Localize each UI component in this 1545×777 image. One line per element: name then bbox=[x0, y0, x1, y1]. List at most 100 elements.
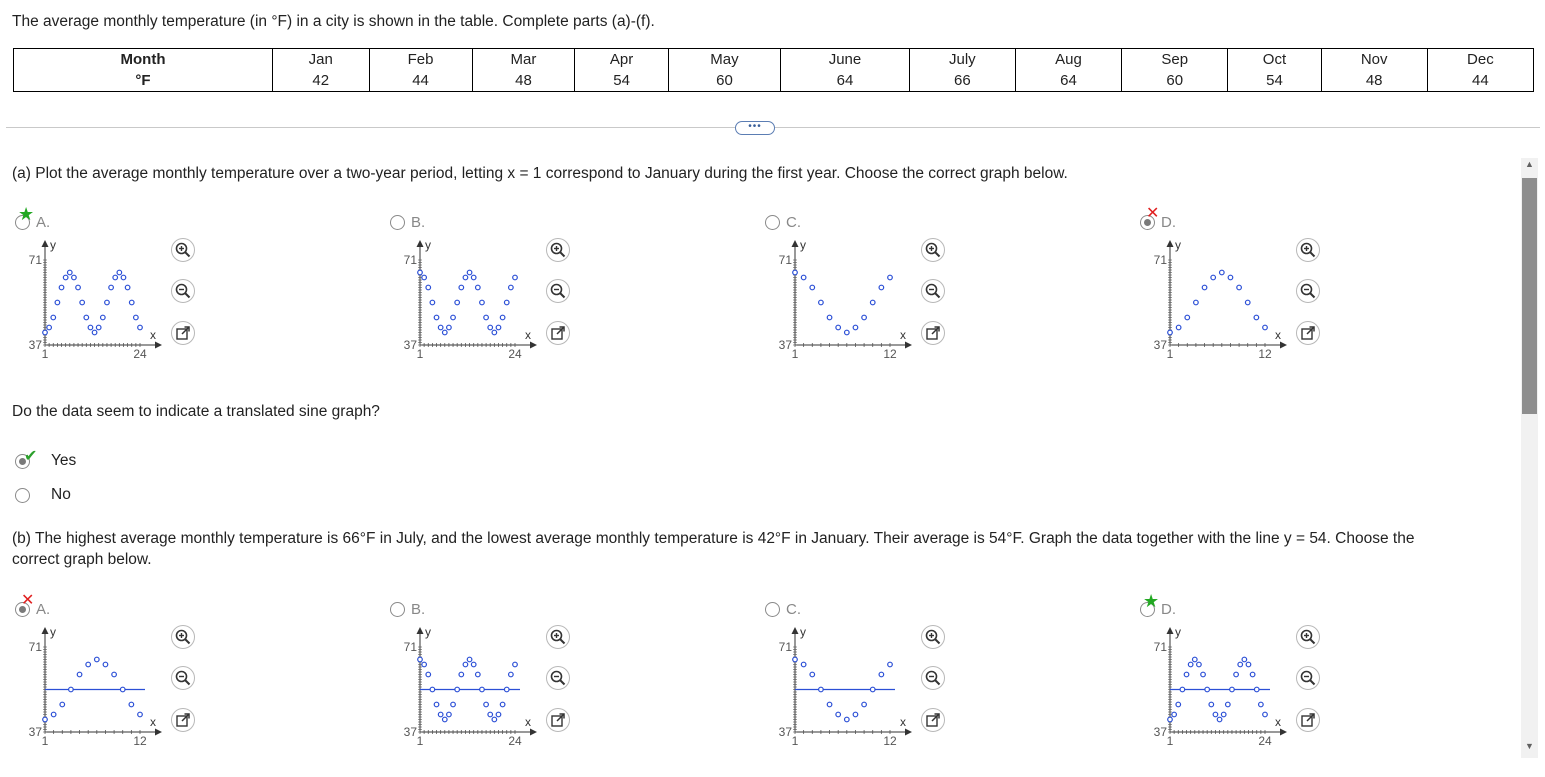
x-tick-label: 1 bbox=[417, 347, 424, 361]
y-axis-arrow-icon bbox=[791, 240, 799, 247]
option-part-b-b[interactable]: B. y x 71 37 1 24 bbox=[390, 601, 730, 777]
problem-prompt: The average monthly temperature (in °F) … bbox=[12, 13, 655, 30]
option-part-a-a[interactable]: ★ A. y x 71 37 1 24 bbox=[15, 205, 355, 390]
data-point bbox=[861, 314, 867, 321]
x-axis-label: x bbox=[150, 715, 156, 729]
open-graph-button[interactable] bbox=[546, 321, 570, 345]
data-point bbox=[512, 274, 518, 281]
incorrect-x-icon: ✕ bbox=[21, 592, 35, 609]
zoom-in-button[interactable] bbox=[546, 238, 570, 262]
data-point bbox=[1200, 671, 1206, 678]
temperature-table: Month Jan Feb Mar Apr May June July Aug Sep Oct Nov… bbox=[13, 48, 1534, 92]
option-part-a-d[interactable]: ✕ D. y x 71 37 1 12 bbox=[1140, 206, 1480, 390]
option-part-b-c[interactable]: C. y x 71 37 1 12 bbox=[765, 601, 1105, 777]
zoom-out-button[interactable] bbox=[546, 666, 570, 690]
data-point bbox=[512, 661, 518, 668]
option-letter: D. bbox=[1161, 214, 1176, 231]
data-point bbox=[79, 299, 86, 306]
y-tick-label: 37 bbox=[29, 725, 43, 739]
option-radio[interactable] bbox=[390, 602, 405, 617]
open-graph-button[interactable] bbox=[1296, 321, 1320, 345]
y-tick-label: 37 bbox=[1154, 725, 1168, 739]
data-point bbox=[124, 284, 131, 291]
data-point bbox=[1220, 711, 1227, 718]
zoom-in-button[interactable] bbox=[171, 625, 195, 649]
data-point bbox=[1175, 701, 1182, 708]
zoom-in-button[interactable] bbox=[921, 625, 945, 649]
zoom-in-button[interactable] bbox=[1296, 625, 1320, 649]
y-tick-label: 71 bbox=[29, 253, 43, 267]
data-point bbox=[417, 656, 423, 663]
x-tick-label: 1 bbox=[1167, 734, 1174, 748]
scrollbar-thumb[interactable] bbox=[1522, 178, 1537, 414]
temp-cell: 54 bbox=[1227, 70, 1322, 92]
option-letter: A. bbox=[36, 601, 51, 618]
zoom-out-button[interactable] bbox=[921, 666, 945, 690]
option-radio[interactable] bbox=[390, 215, 405, 230]
zoom-in-button[interactable] bbox=[546, 625, 570, 649]
open-graph-button[interactable] bbox=[921, 321, 945, 345]
data-point bbox=[462, 661, 469, 668]
zoom-out-button[interactable] bbox=[921, 279, 945, 303]
data-point bbox=[429, 299, 436, 306]
option-radio[interactable] bbox=[765, 215, 780, 230]
data-point bbox=[503, 686, 510, 693]
y-axis-label: y bbox=[1175, 238, 1181, 252]
zoom-out-button[interactable] bbox=[171, 279, 195, 303]
data-point bbox=[835, 324, 842, 331]
open-graph-button[interactable] bbox=[171, 321, 195, 345]
option-graph: y x 71 371 24 bbox=[404, 625, 537, 748]
temp-header: °F bbox=[135, 72, 151, 89]
open-graph-button[interactable] bbox=[921, 708, 945, 732]
data-point bbox=[46, 324, 53, 331]
x-tick-label: 1 bbox=[792, 347, 799, 361]
data-point bbox=[1218, 269, 1225, 276]
option-part-a-b[interactable]: B. y x 71 37 1 24 bbox=[390, 214, 730, 390]
x-axis-label: x bbox=[1275, 328, 1281, 342]
y-tick-label: 71 bbox=[29, 640, 43, 654]
zoom-out-button[interactable] bbox=[546, 279, 570, 303]
data-point bbox=[99, 314, 106, 321]
data-point bbox=[499, 701, 506, 708]
data-point bbox=[1233, 671, 1239, 678]
expand-button[interactable]: ••• bbox=[735, 121, 775, 135]
x-tick-label: 12 bbox=[883, 734, 897, 748]
data-point bbox=[1167, 716, 1173, 723]
data-point bbox=[1201, 284, 1208, 291]
data-point bbox=[116, 269, 123, 276]
x-axis-arrow-icon bbox=[155, 341, 162, 349]
option-part-a-c[interactable]: C. y x 71 37 1 12 bbox=[765, 214, 1105, 390]
month-header: Month bbox=[120, 51, 166, 68]
scroll-up-arrow-icon[interactable]: ▲ bbox=[1521, 158, 1538, 170]
x-axis-label: x bbox=[900, 715, 906, 729]
data-point bbox=[1244, 299, 1251, 306]
data-point bbox=[474, 671, 481, 678]
open-graph-button[interactable] bbox=[546, 708, 570, 732]
zoom-out-button[interactable] bbox=[171, 666, 195, 690]
open-graph-button[interactable] bbox=[1296, 708, 1320, 732]
data-point bbox=[87, 324, 94, 331]
option-radio[interactable] bbox=[765, 602, 780, 617]
data-point bbox=[878, 284, 885, 291]
no-radio[interactable] bbox=[15, 488, 30, 503]
x-tick-label: 1 bbox=[417, 734, 424, 748]
zoom-out-button[interactable] bbox=[1296, 666, 1320, 690]
open-graph-button[interactable] bbox=[171, 708, 195, 732]
data-point bbox=[483, 314, 489, 321]
data-point bbox=[71, 274, 77, 281]
data-point bbox=[1208, 701, 1215, 708]
option-letter: B. bbox=[411, 214, 426, 231]
zoom-in-button[interactable] bbox=[1296, 238, 1320, 262]
option-part-b-a[interactable]: ✕ A. y x 71 37 1 12 bbox=[15, 593, 355, 777]
scroll-down-arrow-icon[interactable]: ▼ bbox=[1521, 740, 1538, 752]
data-point bbox=[93, 656, 100, 663]
data-point bbox=[441, 329, 448, 336]
option-part-b-d[interactable]: ★ D. y x 71 37 1 24 bbox=[1140, 592, 1480, 777]
data-point bbox=[1196, 661, 1202, 668]
zoom-out-button[interactable] bbox=[1296, 279, 1320, 303]
data-point bbox=[1224, 701, 1231, 708]
zoom-in-button[interactable] bbox=[921, 238, 945, 262]
option-letter: C. bbox=[786, 601, 801, 618]
data-point bbox=[809, 671, 816, 678]
zoom-in-button[interactable] bbox=[171, 238, 195, 262]
